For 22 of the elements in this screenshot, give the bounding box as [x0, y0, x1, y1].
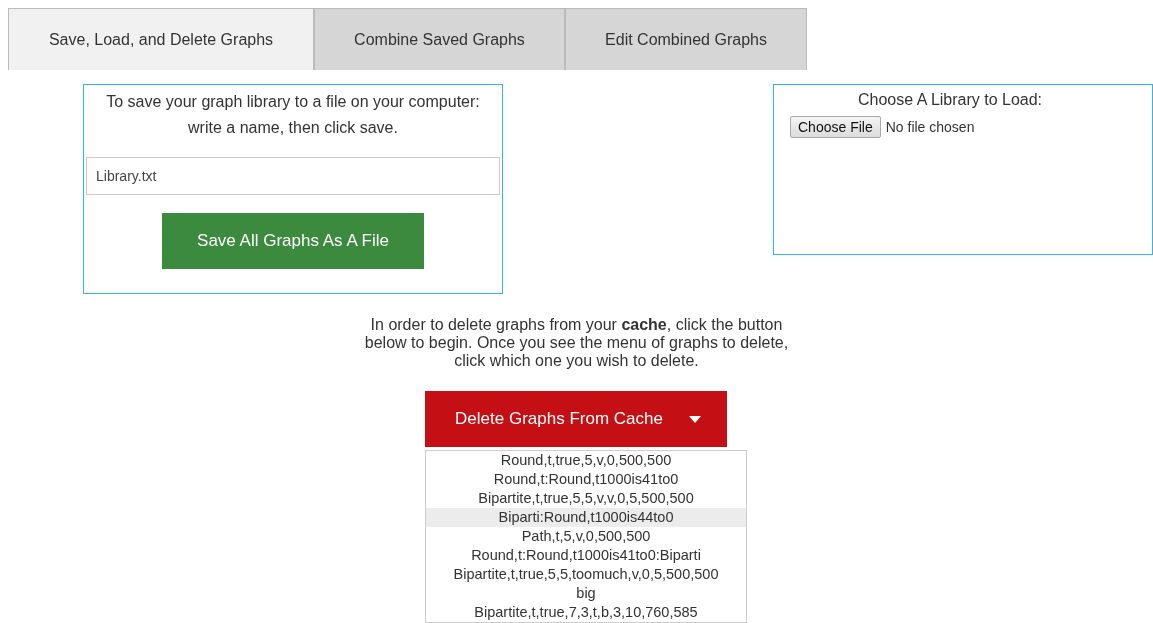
filename-field[interactable]: Library.txt — [86, 157, 500, 195]
menu-item[interactable]: Round,t:Round,t1000is41to0 — [426, 470, 746, 489]
menu-item[interactable]: Bipartite,t,true,5,5,toomuch,v,0,5,500,500 — [426, 565, 746, 584]
delete-instructions: In order to delete graphs from your cache, click the button below to begin. Once you see the menu of graphs to delete, click which one you wish to delete. — [363, 316, 790, 370]
choose-file-button[interactable]: Choose File — [790, 116, 881, 138]
instruction-text: write a name, then click save. — [188, 118, 398, 138]
tab[interactable]: Save, Load, and Delete Graphs — [8, 8, 314, 70]
caret-icon — [688, 415, 701, 423]
tab[interactable]: Combine Saved Graphs — [314, 8, 565, 70]
load-title: Choose A Library to Load: — [856, 90, 1044, 110]
tab[interactable]: Edit Combined Graphs — [565, 8, 807, 70]
menu-item[interactable]: big — [426, 584, 746, 603]
menu-item[interactable]: Bipartite,t,true,7,3,t,b,3,10,760,585 — [426, 603, 746, 622]
menu-item[interactable]: Path,t,5,v,0,500,500 — [426, 527, 746, 546]
instruction-text: To save your graph library to a file on your computer: — [106, 92, 480, 112]
file-status: No file chosen — [885, 119, 975, 135]
menu-item[interactable]: Round,t,true,5,v,0,500,500 — [426, 451, 746, 470]
menu-item[interactable]: Round,t:Round,t1000is41to0:Biparti — [426, 546, 746, 565]
delete-dropdown-button[interactable]: Delete Graphs From Cache — [425, 391, 727, 447]
save-button[interactable]: Save All Graphs As A File — [162, 213, 424, 269]
menu-item[interactable]: Biparti:Round,t1000is44to0 — [426, 508, 746, 527]
menu-item[interactable]: Bipartite,t,true,5,5,v,v,0,5,500,500 — [426, 489, 746, 508]
